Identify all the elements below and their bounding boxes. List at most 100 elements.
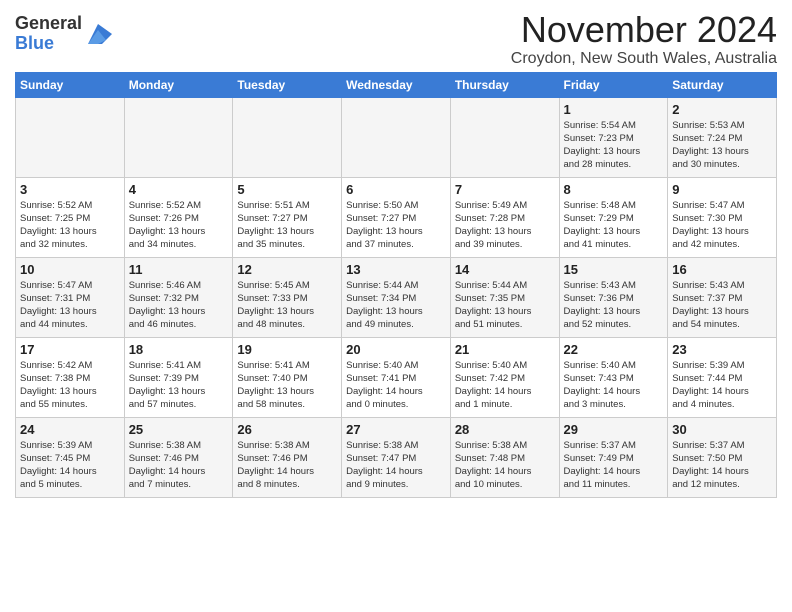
day-info: Sunrise: 5:42 AM Sunset: 7:38 PM Dayligh… (20, 359, 120, 412)
day-info: Sunrise: 5:47 AM Sunset: 7:31 PM Dayligh… (20, 279, 120, 332)
day-info: Sunrise: 5:37 AM Sunset: 7:50 PM Dayligh… (672, 439, 772, 492)
day-cell: 16Sunrise: 5:43 AM Sunset: 7:37 PM Dayli… (668, 257, 777, 337)
day-cell: 21 Sunrise: 5:40 AM Sunset: 7:42 PM Dayli… (450, 337, 559, 417)
day-cell: 12 Sunrise: 5:45 AM Sunset: 7:33 PM Dayli… (233, 257, 342, 337)
weekday-header: Wednesday (342, 72, 451, 97)
day-info: Sunrise: 5:54 AM Sunset: 7:23 PM Dayligh… (564, 119, 664, 172)
weekday-header: Sunday (16, 72, 125, 97)
day-number: 4 (129, 182, 229, 197)
day-cell: 13Sunrise: 5:44 AM Sunset: 7:34 PM Dayli… (342, 257, 451, 337)
day-number: 25 (129, 422, 229, 437)
day-number: 17 (20, 342, 120, 357)
day-info: Sunrise: 5:40 AM Sunset: 7:42 PM Dayligh… (455, 359, 555, 412)
day-number: 18 (129, 342, 229, 357)
day-cell: 27 Sunrise: 5:38 AM Sunset: 7:47 PM Dayli… (342, 417, 451, 497)
day-cell: 3Sunrise: 5:52 AM Sunset: 7:25 PM Daylig… (16, 177, 125, 257)
day-number: 8 (564, 182, 664, 197)
day-cell: 23 Sunrise: 5:39 AM Sunset: 7:44 PM Dayli… (668, 337, 777, 417)
day-number: 23 (672, 342, 772, 357)
day-cell (124, 97, 233, 177)
day-cell: 28 Sunrise: 5:38 AM Sunset: 7:48 PM Dayli… (450, 417, 559, 497)
weekday-header: Friday (559, 72, 668, 97)
day-cell: 14Sunrise: 5:44 AM Sunset: 7:35 PM Dayli… (450, 257, 559, 337)
day-info: Sunrise: 5:52 AM Sunset: 7:26 PM Dayligh… (129, 199, 229, 252)
week-row: 24 Sunrise: 5:39 AM Sunset: 7:45 PM Dayli… (16, 417, 777, 497)
day-info: Sunrise: 5:50 AM Sunset: 7:27 PM Dayligh… (346, 199, 446, 252)
day-number: 27 (346, 422, 446, 437)
day-cell: 19Sunrise: 5:41 AM Sunset: 7:40 PM Dayli… (233, 337, 342, 417)
day-cell: 24 Sunrise: 5:39 AM Sunset: 7:45 PM Dayli… (16, 417, 125, 497)
week-row: 1 Sunrise: 5:54 AM Sunset: 7:23 PM Daylig… (16, 97, 777, 177)
day-cell: 17 Sunrise: 5:42 AM Sunset: 7:38 PM Dayli… (16, 337, 125, 417)
day-info: Sunrise: 5:37 AM Sunset: 7:49 PM Dayligh… (564, 439, 664, 492)
day-number: 24 (20, 422, 120, 437)
day-info: Sunrise: 5:52 AM Sunset: 7:25 PM Dayligh… (20, 199, 120, 252)
day-cell: 5 Sunrise: 5:51 AM Sunset: 7:27 PM Daylig… (233, 177, 342, 257)
day-info: Sunrise: 5:49 AM Sunset: 7:28 PM Dayligh… (455, 199, 555, 252)
day-cell: 18 Sunrise: 5:41 AM Sunset: 7:39 PM Dayli… (124, 337, 233, 417)
calendar-header: SundayMondayTuesdayWednesdayThursdayFrid… (16, 72, 777, 97)
day-number: 21 (455, 342, 555, 357)
day-info: Sunrise: 5:46 AM Sunset: 7:32 PM Dayligh… (129, 279, 229, 332)
calendar-body: 1 Sunrise: 5:54 AM Sunset: 7:23 PM Daylig… (16, 97, 777, 497)
day-number: 5 (237, 182, 337, 197)
day-cell: 8 Sunrise: 5:48 AM Sunset: 7:29 PM Daylig… (559, 177, 668, 257)
logo-general: General (15, 14, 82, 34)
logo-blue: Blue (15, 34, 82, 54)
day-cell: 9 Sunrise: 5:47 AM Sunset: 7:30 PM Daylig… (668, 177, 777, 257)
day-number: 28 (455, 422, 555, 437)
day-cell: 30Sunrise: 5:37 AM Sunset: 7:50 PM Dayli… (668, 417, 777, 497)
day-cell: 1 Sunrise: 5:54 AM Sunset: 7:23 PM Daylig… (559, 97, 668, 177)
day-cell (450, 97, 559, 177)
day-cell: 20Sunrise: 5:40 AM Sunset: 7:41 PM Dayli… (342, 337, 451, 417)
day-cell: 29 Sunrise: 5:37 AM Sunset: 7:49 PM Dayli… (559, 417, 668, 497)
day-number: 29 (564, 422, 664, 437)
day-info: Sunrise: 5:44 AM Sunset: 7:35 PM Dayligh… (455, 279, 555, 332)
day-cell: 6 Sunrise: 5:50 AM Sunset: 7:27 PM Daylig… (342, 177, 451, 257)
day-info: Sunrise: 5:48 AM Sunset: 7:29 PM Dayligh… (564, 199, 664, 252)
day-number: 16 (672, 262, 772, 277)
week-row: 17 Sunrise: 5:42 AM Sunset: 7:38 PM Dayli… (16, 337, 777, 417)
day-number: 15 (564, 262, 664, 277)
day-info: Sunrise: 5:45 AM Sunset: 7:33 PM Dayligh… (237, 279, 337, 332)
week-row: 3Sunrise: 5:52 AM Sunset: 7:25 PM Daylig… (16, 177, 777, 257)
week-row: 10 Sunrise: 5:47 AM Sunset: 7:31 PM Dayli… (16, 257, 777, 337)
day-info: Sunrise: 5:38 AM Sunset: 7:47 PM Dayligh… (346, 439, 446, 492)
day-number: 7 (455, 182, 555, 197)
location-title: Croydon, New South Wales, Australia (511, 50, 777, 68)
day-number: 10 (20, 262, 120, 277)
logo: General Blue (15, 14, 112, 54)
day-number: 26 (237, 422, 337, 437)
day-number: 11 (129, 262, 229, 277)
title-area: November 2024 Croydon, New South Wales, … (511, 10, 777, 68)
day-cell: 11 Sunrise: 5:46 AM Sunset: 7:32 PM Dayli… (124, 257, 233, 337)
day-number: 19 (237, 342, 337, 357)
day-info: Sunrise: 5:51 AM Sunset: 7:27 PM Dayligh… (237, 199, 337, 252)
day-info: Sunrise: 5:41 AM Sunset: 7:39 PM Dayligh… (129, 359, 229, 412)
day-cell (233, 97, 342, 177)
weekday-header: Thursday (450, 72, 559, 97)
day-cell (16, 97, 125, 177)
day-number: 9 (672, 182, 772, 197)
weekday-row: SundayMondayTuesdayWednesdayThursdayFrid… (16, 72, 777, 97)
day-info: Sunrise: 5:38 AM Sunset: 7:48 PM Dayligh… (455, 439, 555, 492)
month-title: November 2024 (511, 10, 777, 50)
day-number: 20 (346, 342, 446, 357)
logo-icon (84, 20, 112, 48)
day-number: 6 (346, 182, 446, 197)
day-info: Sunrise: 5:39 AM Sunset: 7:44 PM Dayligh… (672, 359, 772, 412)
day-info: Sunrise: 5:47 AM Sunset: 7:30 PM Dayligh… (672, 199, 772, 252)
day-cell: 2 Sunrise: 5:53 AM Sunset: 7:24 PM Daylig… (668, 97, 777, 177)
header-area: General Blue November 2024 Croydon, New … (15, 10, 777, 68)
day-info: Sunrise: 5:39 AM Sunset: 7:45 PM Dayligh… (20, 439, 120, 492)
day-info: Sunrise: 5:53 AM Sunset: 7:24 PM Dayligh… (672, 119, 772, 172)
day-number: 12 (237, 262, 337, 277)
day-cell (342, 97, 451, 177)
day-cell: 7 Sunrise: 5:49 AM Sunset: 7:28 PM Daylig… (450, 177, 559, 257)
day-cell: 10 Sunrise: 5:47 AM Sunset: 7:31 PM Dayli… (16, 257, 125, 337)
day-number: 2 (672, 102, 772, 117)
day-cell: 25Sunrise: 5:38 AM Sunset: 7:46 PM Dayli… (124, 417, 233, 497)
day-cell: 22Sunrise: 5:40 AM Sunset: 7:43 PM Dayli… (559, 337, 668, 417)
day-number: 13 (346, 262, 446, 277)
day-number: 1 (564, 102, 664, 117)
